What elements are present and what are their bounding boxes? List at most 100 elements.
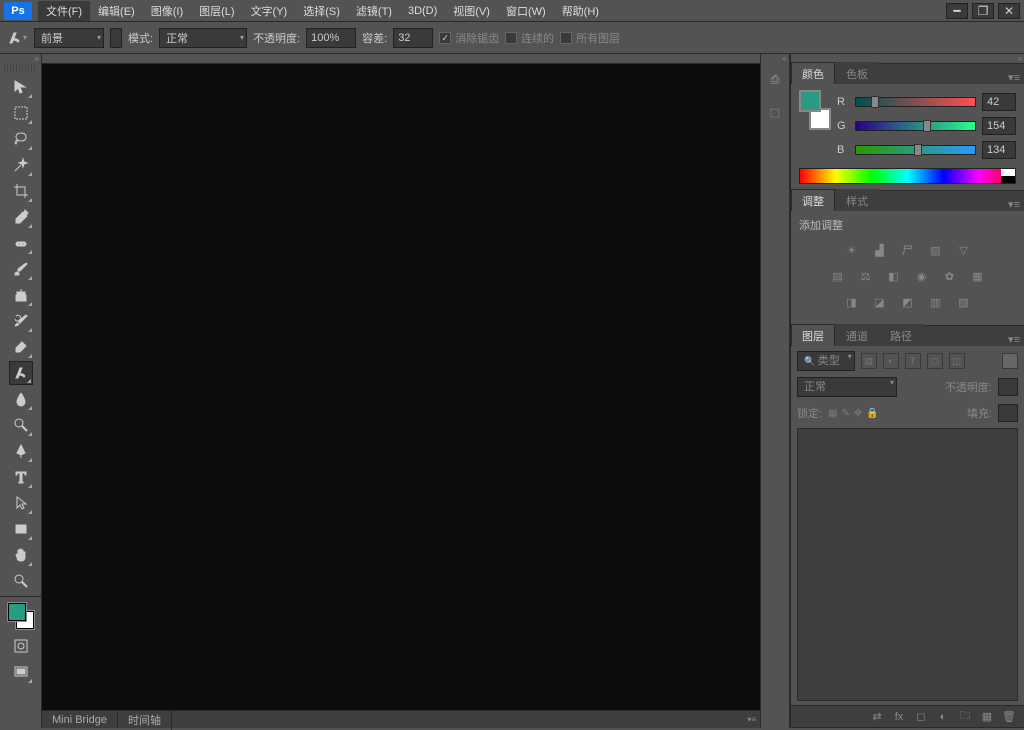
lock-pixels-icon[interactable]: ✎ [842, 408, 850, 419]
g-value-input[interactable]: 154 [982, 117, 1016, 135]
lasso-tool[interactable] [9, 127, 33, 151]
minibridge-tab[interactable]: Mini Bridge [42, 712, 118, 728]
g-slider[interactable] [855, 121, 976, 131]
new-layer-button[interactable]: ▦ [980, 710, 994, 724]
eyedropper-tool[interactable] [9, 205, 33, 229]
healing-brush-tool[interactable] [9, 231, 33, 255]
menu-filter[interactable]: 滤镜(T) [348, 1, 400, 21]
opacity-input[interactable]: 100% [306, 28, 356, 48]
fill-pattern-stepper[interactable] [110, 28, 122, 48]
styles-tab[interactable]: 样式 [835, 189, 879, 211]
lock-transparent-icon[interactable]: ▦ [828, 408, 837, 419]
type-tool[interactable] [9, 465, 33, 489]
menu-edit[interactable]: 编辑(E) [90, 1, 143, 21]
delete-layer-button[interactable]: 🗑 [1002, 710, 1016, 724]
brightness-contrast-icon[interactable]: ☀ [843, 241, 861, 259]
curves-icon[interactable]: ⼫ [899, 241, 917, 259]
blend-mode-layer-dropdown[interactable]: 正常 [797, 377, 897, 397]
bw-icon[interactable]: ◧ [885, 267, 903, 285]
levels-icon[interactable]: ▟ [871, 241, 889, 259]
blur-tool[interactable] [9, 387, 33, 411]
history-panel-icon[interactable]: ⎙ [763, 68, 787, 92]
rectangle-tool[interactable] [9, 517, 33, 541]
fill-opacity-input[interactable] [998, 404, 1018, 422]
b-slider[interactable] [855, 145, 976, 155]
adjustments-panel-menu[interactable]: ▾≡ [1004, 198, 1024, 211]
foreground-color-swatch[interactable] [8, 603, 26, 621]
swatches-tab[interactable]: 色板 [835, 62, 879, 84]
bottom-panel-expand[interactable]: ▾≡ [743, 715, 760, 724]
r-slider[interactable] [855, 97, 976, 107]
color-thumb[interactable] [799, 90, 827, 130]
invert-icon[interactable]: ◨ [843, 293, 861, 311]
threshold-icon[interactable]: ◩ [899, 293, 917, 311]
filter-type-icon[interactable]: T [905, 353, 921, 369]
exposure-icon[interactable]: ▨ [927, 241, 945, 259]
tolerance-input[interactable]: 32 [393, 28, 433, 48]
adjustments-tab[interactable]: 调整 [791, 189, 835, 211]
layer-fx-button[interactable]: fx [892, 710, 906, 724]
dock-collapse[interactable]: « [761, 54, 789, 64]
filter-adjust-icon[interactable]: ◐ [883, 353, 899, 369]
all-layers-checkbox[interactable]: 所有图层 [560, 30, 620, 46]
dodge-tool[interactable] [9, 413, 33, 437]
magic-wand-tool[interactable] [9, 153, 33, 177]
menu-layer[interactable]: 图层(L) [191, 1, 242, 21]
properties-panel-icon[interactable]: ⬚ [763, 100, 787, 124]
contiguous-checkbox[interactable]: 连续的 [505, 30, 554, 46]
crop-tool[interactable] [9, 179, 33, 203]
clone-stamp-tool[interactable] [9, 283, 33, 307]
current-tool-icon[interactable]: ▾ [6, 27, 28, 49]
menu-help[interactable]: 帮助(H) [554, 1, 607, 21]
pen-tool[interactable] [9, 439, 33, 463]
menu-type[interactable]: 文字(Y) [243, 1, 296, 21]
color-tab[interactable]: 颜色 [791, 62, 835, 84]
photo-filter-icon[interactable]: ◉ [913, 267, 931, 285]
layer-filter-kind[interactable]: 类型 [797, 351, 855, 371]
menu-3d[interactable]: 3D(D) [400, 3, 445, 19]
antialias-checkbox[interactable]: 消除锯齿 [439, 30, 499, 46]
channel-mixer-icon[interactable]: ✿ [941, 267, 959, 285]
layers-panel-menu[interactable]: ▾≡ [1004, 333, 1024, 346]
filter-toggle[interactable] [1002, 353, 1018, 369]
menu-image[interactable]: 图像(I) [143, 1, 191, 21]
menu-window[interactable]: 窗口(W) [498, 1, 554, 21]
blend-mode-dropdown[interactable]: 正常 [159, 28, 247, 48]
link-layers-button[interactable]: ⇄ [870, 710, 884, 724]
color-lookup-icon[interactable]: ▦ [969, 267, 987, 285]
move-tool[interactable] [9, 75, 33, 99]
filter-shape-icon[interactable]: ▢ [927, 353, 943, 369]
new-fill-adjustment-button[interactable]: ◐ [936, 710, 950, 724]
window-close-button[interactable]: ✕ [998, 3, 1020, 19]
menu-select[interactable]: 选择(S) [295, 1, 348, 21]
toolbox-collapse[interactable]: » [0, 54, 41, 64]
history-brush-tool[interactable] [9, 309, 33, 333]
quick-mask-toggle[interactable] [9, 634, 33, 658]
selective-color-icon[interactable]: ▧ [955, 293, 973, 311]
paint-bucket-tool[interactable] [9, 361, 33, 385]
color-swatches[interactable] [8, 603, 34, 629]
screen-mode-toggle[interactable] [9, 660, 33, 684]
path-select-tool[interactable] [9, 491, 33, 515]
r-value-input[interactable]: 42 [982, 93, 1016, 111]
fg-color-thumb[interactable] [799, 90, 821, 112]
zoom-tool[interactable] [9, 569, 33, 593]
paths-tab[interactable]: 路径 [879, 324, 923, 346]
hue-sat-icon[interactable]: ▤ [829, 267, 847, 285]
b-value-input[interactable]: 134 [982, 141, 1016, 159]
fill-source-dropdown[interactable]: 前景 [34, 28, 104, 48]
layers-tab[interactable]: 图层 [791, 324, 835, 346]
color-panel-menu[interactable]: ▾≡ [1004, 71, 1024, 84]
window-minimize-button[interactable]: ━ [946, 3, 968, 19]
channels-tab[interactable]: 通道 [835, 324, 879, 346]
marquee-tool[interactable] [9, 101, 33, 125]
lock-all-icon[interactable]: 🔒 [866, 408, 878, 419]
toolbox-handle[interactable] [4, 64, 37, 72]
filter-smart-icon[interactable]: ◫ [949, 353, 965, 369]
new-group-button[interactable]: 🗀 [958, 710, 972, 724]
layer-opacity-input[interactable] [998, 378, 1018, 396]
menu-file[interactable]: 文件(F) [38, 1, 90, 21]
eraser-tool[interactable] [9, 335, 33, 359]
posterize-icon[interactable]: ◪ [871, 293, 889, 311]
timeline-tab[interactable]: 时间轴 [118, 710, 172, 730]
